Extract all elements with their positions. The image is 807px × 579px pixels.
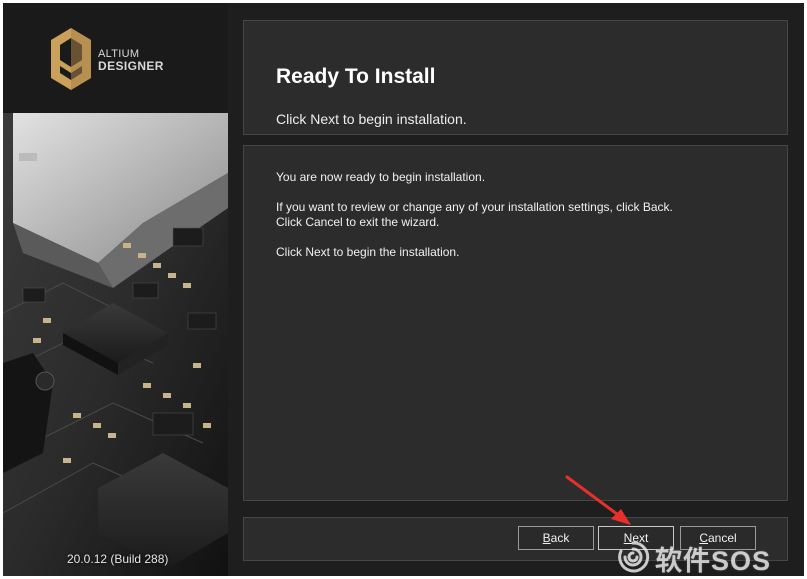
content-panel: You are now ready to begin installation.… bbox=[243, 145, 788, 501]
cancel-label-rest: ancel bbox=[707, 531, 737, 545]
back-mnemonic: B bbox=[542, 531, 551, 545]
altium-logo-icon bbox=[51, 28, 91, 90]
pcb-illustration bbox=[3, 113, 228, 576]
review-message-line-2: Click Cancel to exit the wizard. bbox=[276, 215, 440, 229]
instructions-text: You are now ready to begin installation.… bbox=[276, 170, 673, 275]
cancel-mnemonic: C bbox=[699, 531, 708, 545]
page-title: Ready To Install bbox=[276, 65, 436, 88]
version-label: 20.0.12 (Build 288) bbox=[67, 552, 169, 566]
review-message-line-1: If you want to review or change any of y… bbox=[276, 200, 673, 214]
back-label-rest: ack bbox=[550, 531, 570, 545]
next-label-rest: ext bbox=[632, 531, 649, 545]
back-button[interactable]: Back bbox=[518, 526, 594, 550]
button-bar: Back Next Cancel bbox=[243, 517, 788, 561]
review-message: If you want to review or change any of y… bbox=[276, 200, 673, 230]
logo-area: ALTIUM DESIGNER bbox=[3, 3, 228, 113]
next-button[interactable]: Next bbox=[598, 526, 674, 550]
brand-line-2: DESIGNER bbox=[98, 59, 164, 73]
side-banner: ALTIUM DESIGNER 20.0.12 (Build 288) bbox=[3, 3, 228, 576]
next-message: Click Next to begin the installation. bbox=[276, 245, 460, 259]
brand-name: ALTIUM DESIGNER bbox=[98, 48, 164, 72]
installer-window: ALTIUM DESIGNER 20.0.12 (Build 288) Read… bbox=[3, 3, 804, 576]
page-subtitle: Click Next to begin installation. bbox=[276, 111, 467, 127]
cancel-button[interactable]: Cancel bbox=[680, 526, 756, 550]
ready-message: You are now ready to begin installation. bbox=[276, 170, 486, 184]
header-panel: Ready To Install Click Next to begin ins… bbox=[243, 20, 788, 135]
